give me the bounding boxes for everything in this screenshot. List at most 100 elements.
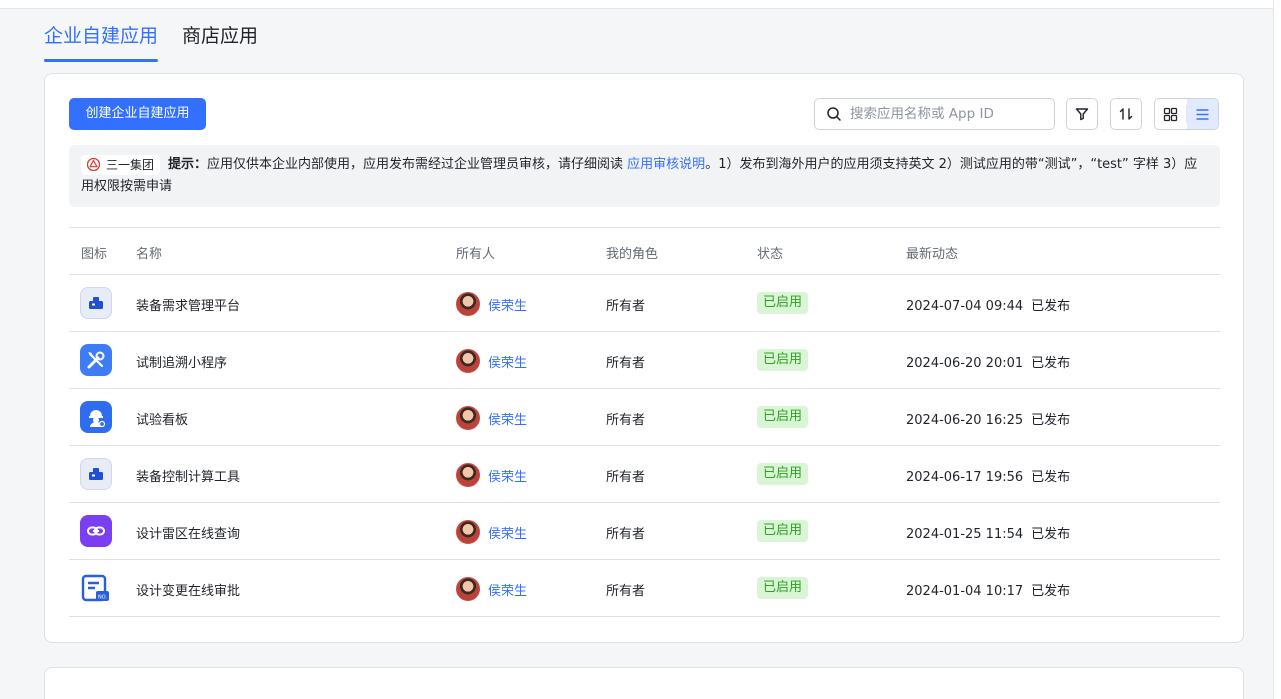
owner-cell: 侯荣生 (456, 349, 527, 373)
owner-name[interactable]: 侯荣生 (488, 466, 527, 485)
org-name: 三一集团 (106, 157, 155, 172)
tab-internal-apps[interactable]: 企业自建应用 (44, 22, 159, 62)
document-icon: NO. (80, 572, 112, 604)
briefcase-icon (80, 458, 112, 490)
status-badge: 已启用 (757, 577, 809, 599)
activity-cell: 2024-07-04 09:44 已发布 (906, 295, 1070, 314)
app-name[interactable]: 装备需求管理平台 (136, 295, 240, 314)
notice-banner: 三一集团 提示：应用仅供本企业内部使用，应用发布需经过企业管理员审核，请仔细阅读… (69, 145, 1220, 207)
org-logo-icon (87, 158, 100, 171)
owner-cell: 侯荣生 (456, 292, 527, 316)
owner-name[interactable]: 侯荣生 (488, 295, 527, 314)
org-tag: 三一集团 (81, 154, 161, 175)
tab-store-apps[interactable]: 商店应用 (182, 22, 258, 62)
table-row[interactable]: 装备需求管理平台 侯荣生 所有者 已启用 2024-07-04 09:44 已发布 (69, 275, 1220, 332)
activity-state: 已发布 (1031, 584, 1071, 599)
search-input[interactable] (850, 106, 1040, 122)
owner-name[interactable]: 侯荣生 (488, 409, 527, 428)
header-name: 名称 (136, 247, 163, 262)
header-activity: 最新动态 (906, 247, 959, 262)
table-row[interactable]: 装备控制计算工具 侯荣生 所有者 已启用 2024-06-17 19:56 已发布 (69, 446, 1220, 503)
grid-view-button[interactable] (1155, 99, 1186, 129)
activity-cell: 2024-01-04 10:17 已发布 (906, 580, 1070, 599)
avatar (456, 349, 480, 373)
owner-name[interactable]: 侯荣生 (488, 580, 527, 599)
tools-icon (80, 344, 112, 376)
header-owner: 所有人 (456, 247, 496, 262)
activity-time: 2024-06-17 19:56 (906, 470, 1024, 485)
owner-cell: 侯荣生 (456, 577, 527, 601)
activity-cell: 2024-06-20 20:01 已发布 (906, 352, 1070, 371)
status-badge: 已启用 (757, 406, 809, 428)
activity-cell: 2024-01-25 11:54 已发布 (906, 523, 1070, 542)
second-card (44, 667, 1244, 699)
owner-name[interactable]: 侯荣生 (488, 523, 527, 542)
list-icon (1196, 108, 1209, 120)
right-scroll-edge (1273, 0, 1281, 699)
link-icon (80, 515, 112, 547)
activity-cell: 2024-06-20 16:25 已发布 (906, 409, 1070, 428)
avatar (456, 292, 480, 316)
avatar (456, 406, 480, 430)
app-list-card: 创建企业自建应用 三一集团 提示：应用仅供本企业内部使用，应用发布需经过企业管理… (44, 73, 1244, 643)
role-text: 所有者 (606, 527, 646, 542)
activity-state: 已发布 (1031, 413, 1071, 428)
sort-button[interactable] (1110, 98, 1142, 130)
app-tabs: 企业自建应用 商店应用 (44, 22, 258, 62)
table-row[interactable]: NO. 设计变更在线审批 侯荣生 所有者 已启用 2024-01-04 10:1… (69, 560, 1220, 617)
notice-text-1: 应用仅供本企业内部使用，应用发布需经过企业管理员审核，请仔细阅读 (207, 157, 628, 172)
search-icon (827, 107, 841, 121)
app-table: 图标 名称 所有人 我的角色 状态 最新动态 装备需求管理平台 侯荣生 所有者 … (69, 227, 1220, 617)
activity-state: 已发布 (1031, 470, 1071, 485)
table-header: 图标 名称 所有人 我的角色 状态 最新动态 (69, 227, 1220, 275)
owner-cell: 侯荣生 (456, 520, 527, 544)
app-name[interactable]: 设计变更在线审批 (136, 580, 240, 599)
activity-cell: 2024-06-17 19:56 已发布 (906, 466, 1070, 485)
avatar (456, 577, 480, 601)
header-role: 我的角色 (606, 247, 659, 262)
role-text: 所有者 (606, 470, 646, 485)
activity-time: 2024-01-04 10:17 (906, 584, 1024, 599)
table-row[interactable]: 试制追溯小程序 侯荣生 所有者 已启用 2024-06-20 20:01 已发布 (69, 332, 1220, 389)
sort-icon (1119, 108, 1133, 120)
filter-button[interactable] (1066, 98, 1098, 130)
activity-state: 已发布 (1031, 356, 1071, 371)
app-name[interactable]: 设计雷区在线查询 (136, 523, 240, 542)
owner-cell: 侯荣生 (456, 463, 527, 487)
status-badge: 已启用 (757, 349, 809, 371)
status-badge: 已启用 (757, 463, 809, 485)
owner-cell: 侯荣生 (456, 406, 527, 430)
role-text: 所有者 (606, 356, 646, 371)
activity-time: 2024-01-25 11:54 (906, 527, 1024, 542)
top-bar (0, 0, 1281, 9)
briefcase-icon (80, 287, 112, 319)
role-text: 所有者 (606, 299, 646, 314)
owner-name[interactable]: 侯荣生 (488, 352, 527, 371)
table-row[interactable]: 设计雷区在线查询 侯荣生 所有者 已启用 2024-01-25 11:54 已发布 (69, 503, 1220, 560)
header-icon: 图标 (81, 247, 108, 262)
view-toggle (1154, 98, 1219, 130)
role-text: 所有者 (606, 584, 646, 599)
app-name[interactable]: 装备控制计算工具 (136, 466, 240, 485)
avatar (456, 520, 480, 544)
app-name[interactable]: 试验看板 (136, 409, 188, 428)
table-row[interactable]: 试验看板 侯荣生 所有者 已启用 2024-06-20 16:25 已发布 (69, 389, 1220, 446)
review-guide-link[interactable]: 应用审核说明 (627, 157, 705, 172)
grid-icon (1163, 107, 1178, 121)
avatar (456, 463, 480, 487)
filter-icon (1075, 108, 1089, 121)
list-view-button[interactable] (1186, 99, 1218, 129)
create-app-button[interactable]: 创建企业自建应用 (69, 98, 206, 130)
role-text: 所有者 (606, 413, 646, 428)
activity-state: 已发布 (1031, 299, 1071, 314)
activity-time: 2024-06-20 16:25 (906, 413, 1024, 428)
status-badge: 已启用 (757, 292, 809, 314)
activity-state: 已发布 (1031, 527, 1071, 542)
app-name[interactable]: 试制追溯小程序 (136, 352, 227, 371)
activity-time: 2024-07-04 09:44 (906, 299, 1024, 314)
search-box[interactable] (814, 98, 1055, 130)
notice-prefix: 提示： (168, 157, 208, 172)
header-status: 状态 (757, 247, 784, 262)
activity-time: 2024-06-20 20:01 (906, 356, 1024, 371)
status-badge: 已启用 (757, 520, 809, 542)
